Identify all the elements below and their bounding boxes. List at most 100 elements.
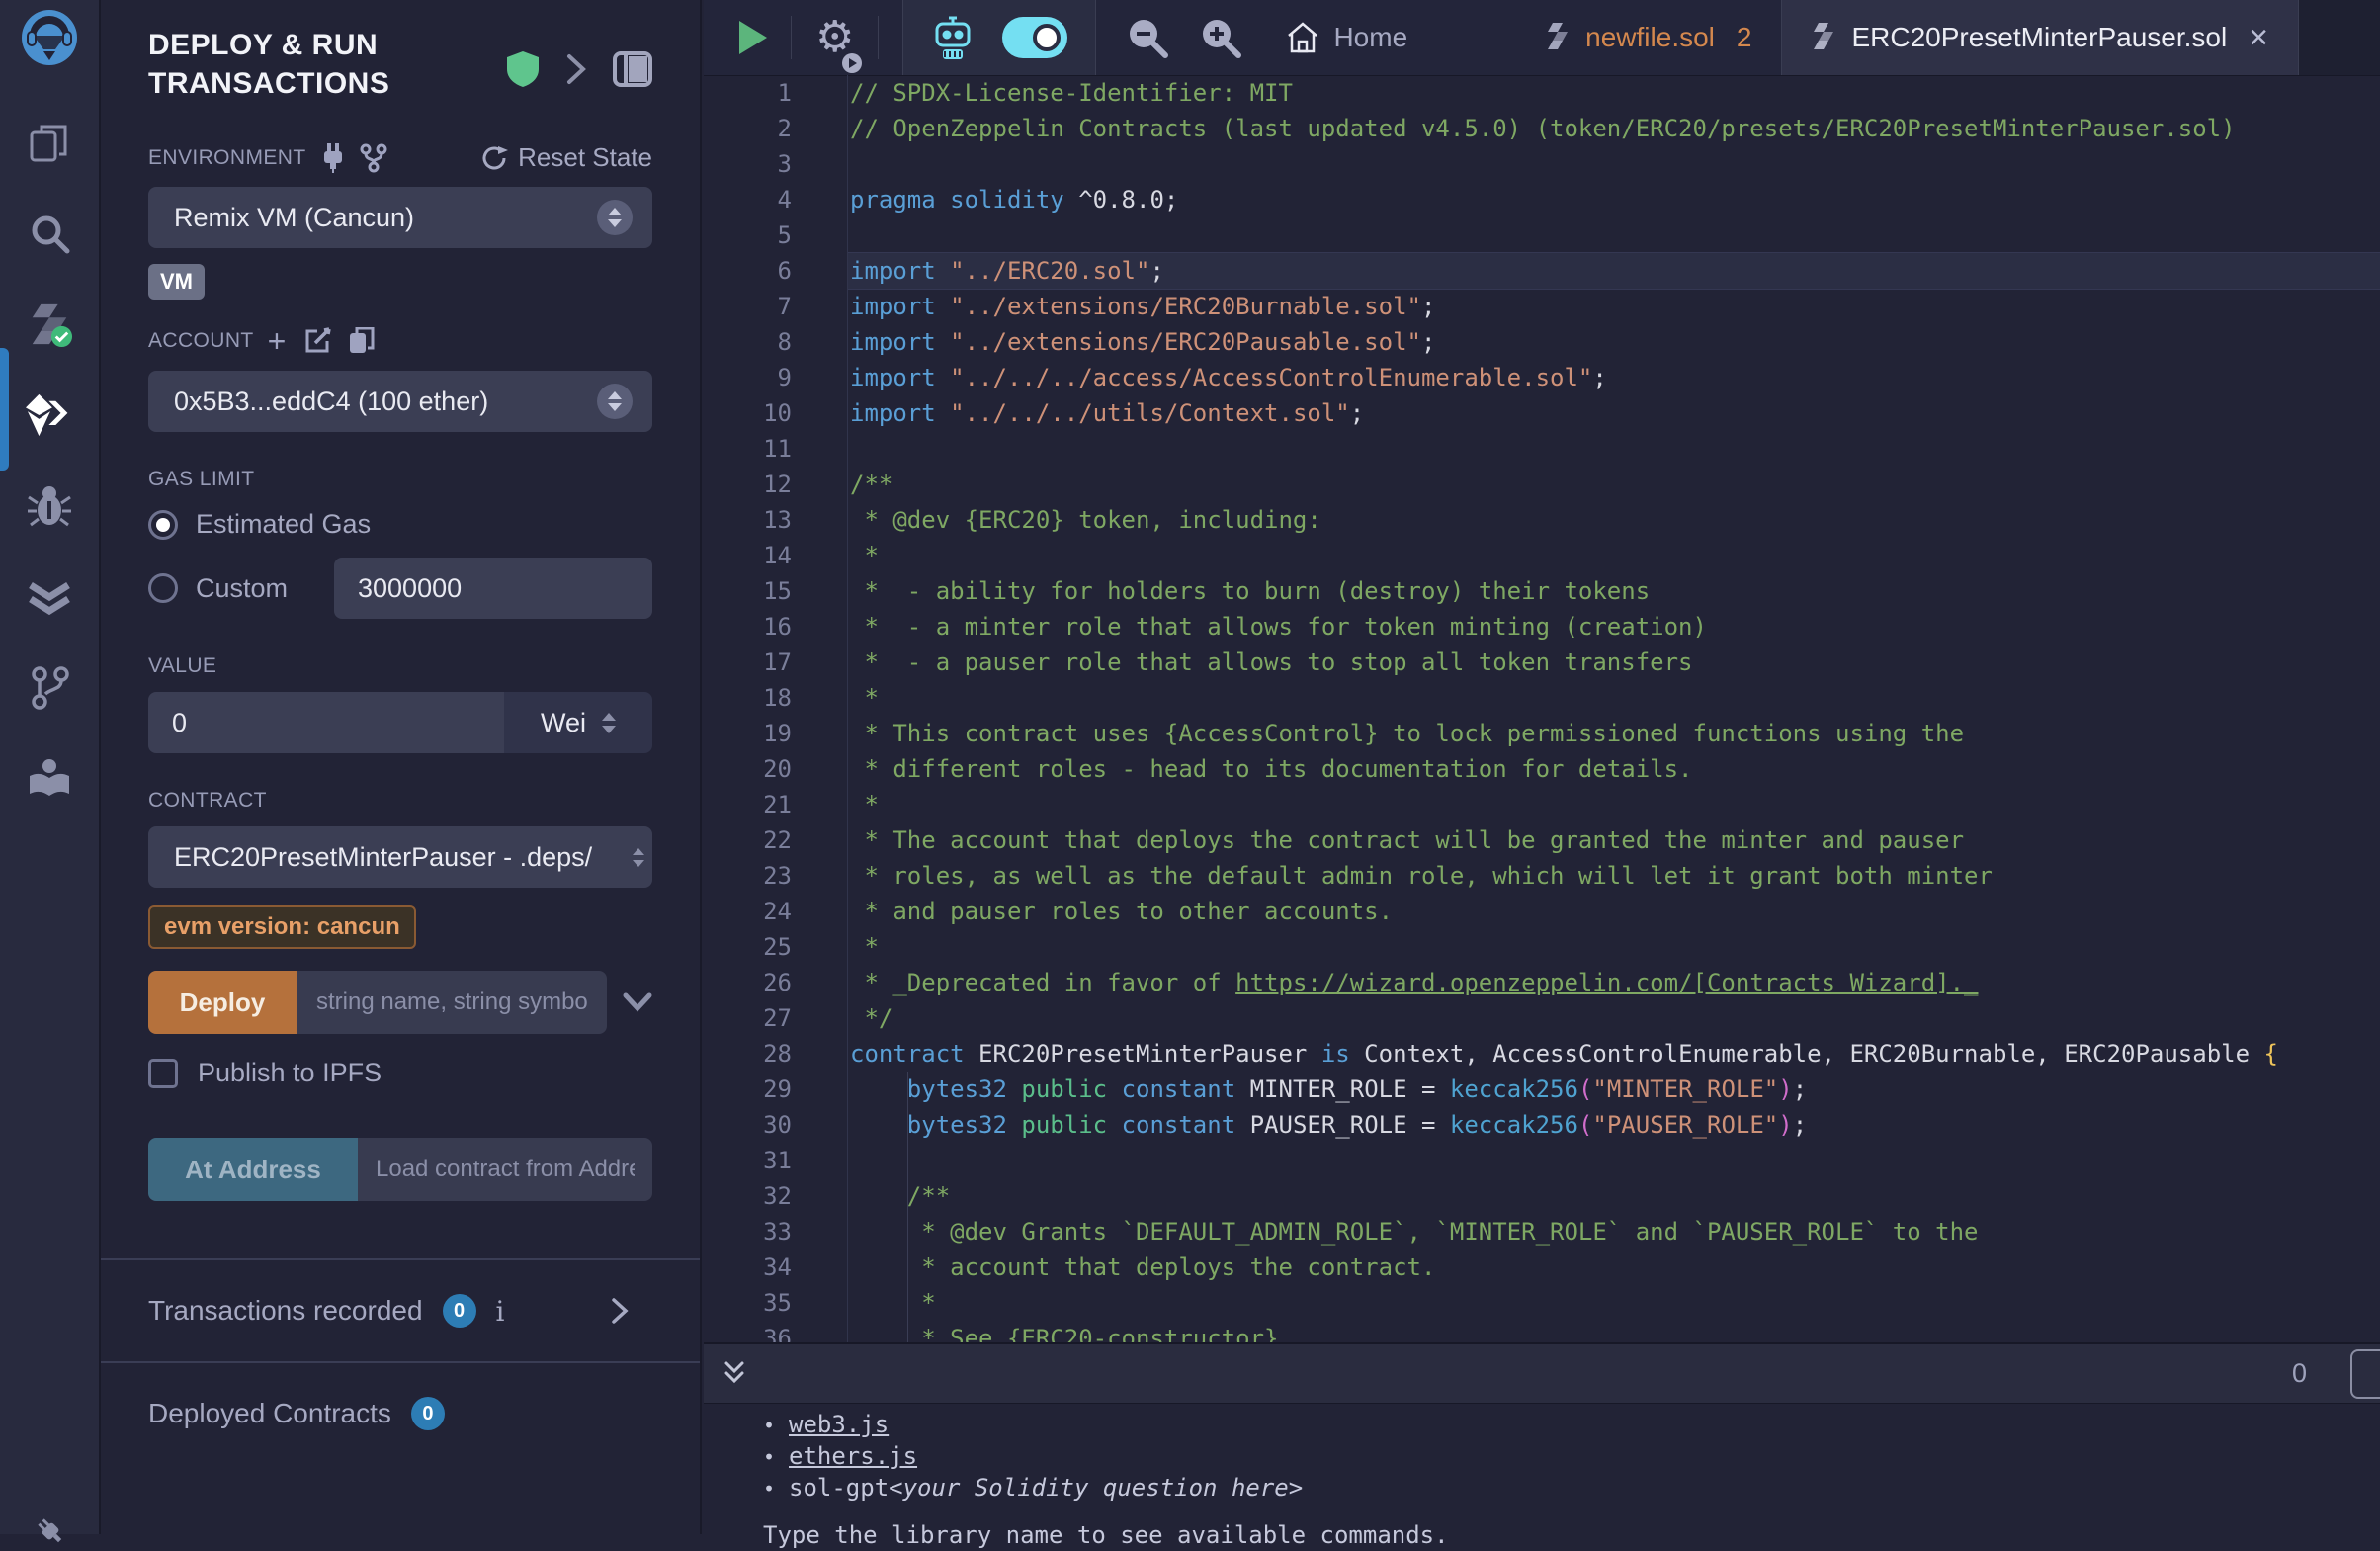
tab-newfile[interactable]: newfile.sol 2	[1516, 0, 1782, 75]
account-label: ACCOUNT	[148, 329, 254, 353]
at-address-button[interactable]: At Address	[148, 1138, 358, 1201]
code-line	[848, 217, 2380, 253]
code-line: * - a pauser role that allows to stop al…	[848, 645, 2380, 680]
solidity-compiler-icon[interactable]	[26, 301, 73, 348]
file-explorer-icon[interactable]	[26, 119, 73, 166]
expand-transactions-icon[interactable]	[611, 1297, 629, 1325]
git-icon[interactable]	[26, 664, 73, 712]
code-line: * account that deploys the contract.	[848, 1249, 2380, 1285]
estimated-gas-radio[interactable]	[148, 510, 178, 540]
code-line: * _Deprecated in favor of https://wizard…	[848, 965, 2380, 1000]
debugger-icon[interactable]	[26, 482, 73, 530]
deploy-args-input[interactable]	[297, 971, 607, 1034]
code-line: *	[848, 680, 2380, 716]
tab-erc20presetminterpauser[interactable]: ERC20PresetMinterPauser.sol ×	[1782, 0, 2299, 75]
deploy-run-icon[interactable]	[26, 391, 73, 439]
copilot-toggle[interactable]	[1002, 17, 1067, 58]
code-line: import "../../../utils/Context.sol";	[848, 395, 2380, 431]
run-script-button[interactable]	[704, 0, 767, 75]
code-line: * - a minter role that allows for token …	[848, 609, 2380, 645]
code-line: * and pauser roles to other accounts.	[848, 894, 2380, 929]
deploy-button[interactable]: Deploy	[148, 971, 297, 1034]
home-icon	[1286, 22, 1319, 53]
code-line: * different roles - head to its document…	[848, 751, 2380, 787]
collapse-panel-icon[interactable]	[565, 52, 587, 86]
gas-limit-label: GAS LIMIT	[148, 468, 254, 490]
publish-ipfs-checkbox[interactable]	[148, 1059, 178, 1088]
terminal-hint: Type the library name to see available c…	[763, 1520, 2380, 1551]
environment-select[interactable]: Remix VM (Cancun)	[148, 187, 652, 248]
code-line: // OpenZeppelin Contracts (last updated …	[848, 111, 2380, 146]
terminal-link[interactable]: ethers.js	[789, 1441, 917, 1472]
code-line	[848, 1143, 2380, 1178]
unit-testing-icon[interactable]	[26, 573, 73, 621]
search-icon[interactable]	[26, 210, 73, 257]
gutter-numbers: 1234567891011121314151617181920212223242…	[704, 75, 848, 1342]
code-line: import "../ERC20.sol";	[848, 253, 2380, 289]
solidity-file-icon	[1546, 23, 1570, 52]
code-line: */	[848, 1000, 2380, 1036]
terminal-list: •web3.js•ethers.js•sol-gpt <your Solidit…	[704, 1404, 2380, 1551]
active-plugin-indicator	[0, 348, 9, 471]
learneth-icon[interactable]	[26, 755, 73, 803]
solidity-file-icon	[1812, 23, 1835, 52]
publish-ipfs-label: Publish to IPFS	[198, 1058, 382, 1088]
code-line: /**	[848, 1178, 2380, 1214]
zoom-out-icon[interactable]	[1126, 16, 1169, 59]
info-icon[interactable]: i	[496, 1295, 505, 1328]
remix-logo-icon[interactable]	[20, 8, 79, 67]
reset-state-button[interactable]: Reset State	[480, 142, 652, 173]
environment-label: ENVIRONMENT	[148, 146, 306, 170]
value-input[interactable]	[148, 692, 504, 753]
play-badge-icon	[842, 53, 862, 73]
transactions-recorded-row[interactable]: Transactions recorded 0 i	[148, 1260, 652, 1361]
terminal-search-input[interactable]	[2350, 1349, 2380, 1399]
fork-environment-icon[interactable]	[360, 143, 387, 173]
close-tab-icon[interactable]: ×	[2249, 21, 2268, 54]
account-select[interactable]: 0x5B3...eddC4 (100 ether)	[148, 371, 652, 432]
code-line: * The account that deploys the contract …	[848, 822, 2380, 858]
pin-panel-icon[interactable]	[613, 51, 652, 87]
code-line: bytes32 public constant PAUSER_ROLE = ke…	[848, 1107, 2380, 1143]
editor-region: ⚙	[704, 0, 2380, 1534]
code-line: * This contract uses {AccessControl} to …	[848, 716, 2380, 751]
terminal-item: •ethers.js	[763, 1441, 2380, 1473]
at-address-input[interactable]	[358, 1138, 652, 1201]
plug-icon[interactable]	[320, 143, 346, 173]
tab-badge: 2	[1737, 22, 1752, 53]
code-line	[848, 146, 2380, 182]
terminal-listen-count: 0	[2292, 1358, 2307, 1389]
terminal-item: •web3.js	[763, 1410, 2380, 1441]
plugin-manager-icon[interactable]	[26, 1512, 73, 1548]
collapse-terminal-icon[interactable]	[722, 1359, 747, 1389]
vm-badge: VM	[148, 264, 205, 300]
copy-account-icon[interactable]	[349, 327, 375, 355]
sign-message-icon[interactable]	[303, 327, 331, 355]
select-stepper-icon	[597, 200, 633, 235]
terminal-link[interactable]: web3.js	[789, 1410, 889, 1440]
shield-icon	[506, 50, 540, 88]
terminal: 0 •web3.js•ethers.js•sol-gpt <your Solid…	[704, 1342, 2380, 1534]
code-line: *	[848, 1285, 2380, 1321]
code-line: bytes32 public constant MINTER_ROLE = ke…	[848, 1072, 2380, 1107]
indent-guide	[907, 1072, 908, 1342]
deployed-contracts-label: Deployed Contracts	[148, 1398, 391, 1429]
expand-deploy-icon[interactable]	[623, 992, 652, 1012]
code-editor[interactable]: 1234567891011121314151617181920212223242…	[704, 75, 2380, 1342]
tab-home[interactable]: Home	[1286, 0, 1407, 75]
add-account-icon[interactable]: +	[268, 325, 287, 357]
ai-copilot-group	[902, 0, 1096, 75]
contract-select[interactable]: ERC20PresetMinterPauser - .deps/	[148, 826, 652, 888]
value-label: VALUE	[148, 654, 216, 677]
value-unit-select[interactable]: Wei	[504, 692, 652, 753]
code-line	[848, 431, 2380, 467]
script-config-button[interactable]: ⚙	[815, 0, 854, 75]
deployed-count-badge: 0	[411, 1397, 445, 1430]
transactions-recorded-label: Transactions recorded	[148, 1295, 423, 1327]
estimated-gas-label: Estimated Gas	[196, 509, 371, 540]
ai-robot-icon[interactable]	[931, 14, 975, 61]
unit-stepper-icon	[602, 713, 616, 733]
custom-gas-input[interactable]	[334, 558, 652, 619]
custom-gas-radio[interactable]	[148, 573, 178, 603]
zoom-in-icon[interactable]	[1199, 16, 1242, 59]
